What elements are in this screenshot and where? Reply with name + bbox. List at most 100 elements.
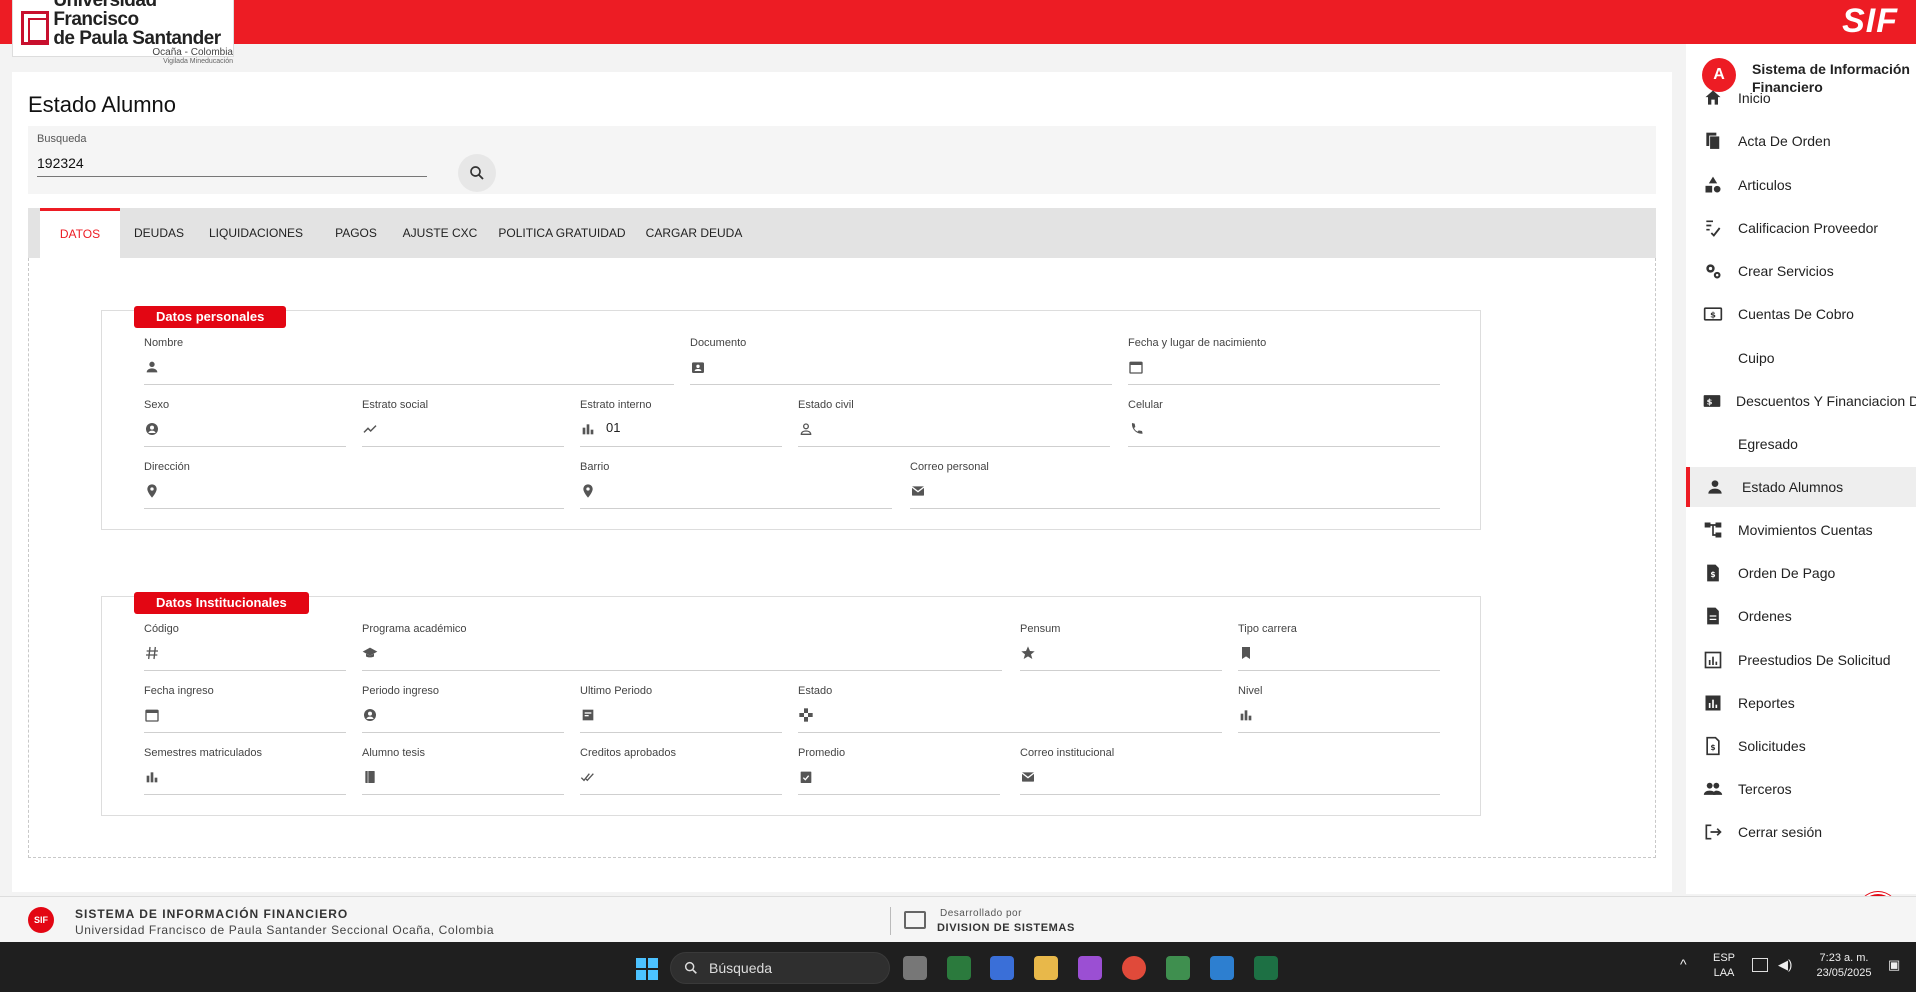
sidebar-item-preestudios-de-solicitud[interactable]: Preestudios De Solicitud xyxy=(1686,640,1916,680)
dollar-doc-icon: $ xyxy=(1702,735,1724,757)
file-explorer-icon[interactable] xyxy=(1034,956,1058,980)
tab-datos[interactable]: DATOS xyxy=(40,208,120,258)
programa-field[interactable]: Programa académico xyxy=(362,623,1002,671)
dollar-file-icon: $ xyxy=(1702,562,1724,584)
codigo-label: Código xyxy=(144,623,179,635)
sidebar-item-solicitudes[interactable]: $ Solicitudes xyxy=(1686,726,1916,766)
person-icon xyxy=(146,361,158,373)
sidebar-item-acta-de-orden[interactable]: Acta De Orden xyxy=(1686,121,1916,161)
sidebar-item-inicio[interactable]: Inicio xyxy=(1686,78,1916,118)
sidebar-item-label: Cuentas De Cobro xyxy=(1738,306,1854,322)
university-logo[interactable]: Universidad Francisco de Paula Santander… xyxy=(12,0,234,65)
logo-line-2: de Paula Santander xyxy=(53,28,221,49)
institutional-data-tag: Datos Institucionales xyxy=(134,592,309,614)
tab-ajuste-cxc[interactable]: AJUSTE CXC xyxy=(398,208,482,258)
sidebar-item-cerrar-sesion[interactable]: Cerrar sesión xyxy=(1686,812,1916,852)
sidebar-item-terceros[interactable]: Terceros xyxy=(1686,769,1916,809)
estado-civil-field[interactable]: Estado civil xyxy=(798,399,1110,447)
tab-bar: DATOS DEUDAS LIQUIDACIONES PAGOS AJUSTE … xyxy=(28,208,1656,258)
taskbar-search[interactable]: Búsqueda xyxy=(670,952,890,984)
nacimiento-field[interactable]: Fecha y lugar de nacimiento xyxy=(1128,337,1440,385)
tab-cargar-deuda[interactable]: CARGAR DEUDA xyxy=(642,208,746,258)
footer-logo: SIF xyxy=(28,907,54,933)
tesis-field[interactable]: Alumno tesis xyxy=(362,747,564,795)
sidebar-item-orden-de-pago[interactable]: $ Orden De Pago xyxy=(1686,553,1916,593)
ufps-logo-icon xyxy=(21,11,50,45)
chat-app-icon[interactable] xyxy=(947,956,971,980)
date-text: 23/05/2025 xyxy=(1816,967,1872,979)
nivel-label: Nivel xyxy=(1238,685,1263,697)
windows-start-icon[interactable] xyxy=(636,958,658,980)
ultimo-periodo-field[interactable]: Ultimo Periodo xyxy=(580,685,782,733)
volume-icon[interactable]: ◀) xyxy=(1778,957,1792,972)
document-copy-icon xyxy=(1702,130,1724,152)
phone-icon xyxy=(1131,423,1143,434)
periodo-ingreso-field[interactable]: Periodo ingreso xyxy=(362,685,564,733)
nombre-field[interactable]: Nombre xyxy=(144,337,674,385)
search-button[interactable] xyxy=(458,154,496,192)
promedio-field[interactable]: Promedio xyxy=(798,747,1000,795)
svg-text:$: $ xyxy=(1707,396,1713,406)
sidebar-item-crear-servicios[interactable]: Crear Servicios xyxy=(1686,251,1916,291)
barrio-field[interactable]: Barrio xyxy=(580,461,892,509)
clock[interactable]: 7:23 a. m. 23/05/2025 xyxy=(1806,951,1882,981)
search-input[interactable] xyxy=(37,149,427,177)
sidebar-item-articulos[interactable]: Articulos xyxy=(1686,165,1916,205)
sidebar-item-label: Orden De Pago xyxy=(1738,565,1836,581)
sidebar-item-label: Calificacion Proveedor xyxy=(1738,220,1879,236)
snipping-tool-icon[interactable] xyxy=(990,956,1014,980)
sidebar-item-reportes[interactable]: Reportes xyxy=(1686,683,1916,723)
codigo-field[interactable]: Código xyxy=(144,623,346,671)
network-icon[interactable] xyxy=(1752,958,1768,972)
estado-field[interactable]: Estado xyxy=(798,685,1222,733)
correo-personal-field[interactable]: Correo personal xyxy=(910,461,1440,509)
rating-check-icon xyxy=(1702,217,1724,239)
sidebar-item-egresado[interactable]: Egresado xyxy=(1686,424,1916,464)
tab-liquidaciones[interactable]: LIQUIDACIONES xyxy=(206,208,306,258)
celular-field[interactable]: Celular xyxy=(1128,399,1440,447)
search-label: Busqueda xyxy=(37,133,87,145)
creditos-field[interactable]: Creditos aprobados xyxy=(580,747,782,795)
sidebar-item-cuipo[interactable]: Cuipo xyxy=(1686,338,1916,378)
correo-inst-field[interactable]: Correo institucional xyxy=(1020,747,1440,795)
tipo-carrera-field[interactable]: Tipo carrera xyxy=(1238,623,1440,671)
semestres-field[interactable]: Semestres matriculados xyxy=(144,747,346,795)
account-tree-icon xyxy=(1702,519,1724,541)
direccion-field[interactable]: Dirección xyxy=(144,461,564,509)
sidebar-item-cuentas-de-cobro[interactable]: $ Cuentas De Cobro xyxy=(1686,294,1916,334)
tab-pagos[interactable]: PAGOS xyxy=(326,208,386,258)
home-icon xyxy=(1702,87,1724,109)
estrato-interno-field[interactable]: Estrato interno 01 xyxy=(580,399,782,447)
sidebar-item-label: Ordenes xyxy=(1738,608,1792,624)
phpstorm-icon[interactable] xyxy=(1078,956,1102,980)
tab-politica-gratuidad[interactable]: POLITICA GRATUIDAD xyxy=(494,208,630,258)
chevron-up-icon[interactable]: ^ xyxy=(1680,957,1687,972)
sidebar-item-label: Cuipo xyxy=(1738,350,1775,366)
pensum-field[interactable]: Pensum xyxy=(1020,623,1222,671)
documento-field[interactable]: Documento xyxy=(690,337,1112,385)
chrome-icon[interactable] xyxy=(1122,956,1146,980)
remote-app-icon[interactable] xyxy=(1210,956,1234,980)
sidebar-item-label: Reportes xyxy=(1738,695,1795,711)
footer: SIF SISTEMA DE INFORMACIÓN FINANCIERO Un… xyxy=(0,896,1916,942)
school-icon xyxy=(362,647,378,658)
notification-icon[interactable]: ▣ xyxy=(1888,957,1900,972)
nivel-field[interactable]: Nivel xyxy=(1238,685,1440,733)
fecha-ingreso-field[interactable]: Fecha ingreso xyxy=(144,685,346,733)
tab-deudas[interactable]: DEUDAS xyxy=(124,208,194,258)
account-circle-icon xyxy=(146,423,158,435)
sidebar-item-estado-alumnos[interactable]: Estado Alumnos xyxy=(1686,467,1916,507)
bookmark-icon xyxy=(1242,647,1250,659)
sidebar-item-ordenes[interactable]: Ordenes xyxy=(1686,596,1916,636)
sidebar-item-descuentos-y-financiacion-de[interactable]: $ Descuentos Y Financiacion De xyxy=(1686,381,1916,421)
blank-icon xyxy=(1702,433,1724,455)
estrato-social-field[interactable]: Estrato social xyxy=(362,399,564,447)
excel-icon[interactable] xyxy=(1254,956,1278,980)
sexo-field[interactable]: Sexo xyxy=(144,399,346,447)
language-indicator[interactable]: ESP LAA xyxy=(1710,951,1738,981)
sidebar-item-calificacion-proveedor[interactable]: Calificacion Proveedor xyxy=(1686,208,1916,248)
gamepad-icon xyxy=(799,708,813,722)
sidebar-item-movimientos-cuentas[interactable]: Movimientos Cuentas xyxy=(1686,510,1916,550)
media-app-icon[interactable] xyxy=(1166,956,1190,980)
task-view-icon[interactable] xyxy=(903,956,927,980)
